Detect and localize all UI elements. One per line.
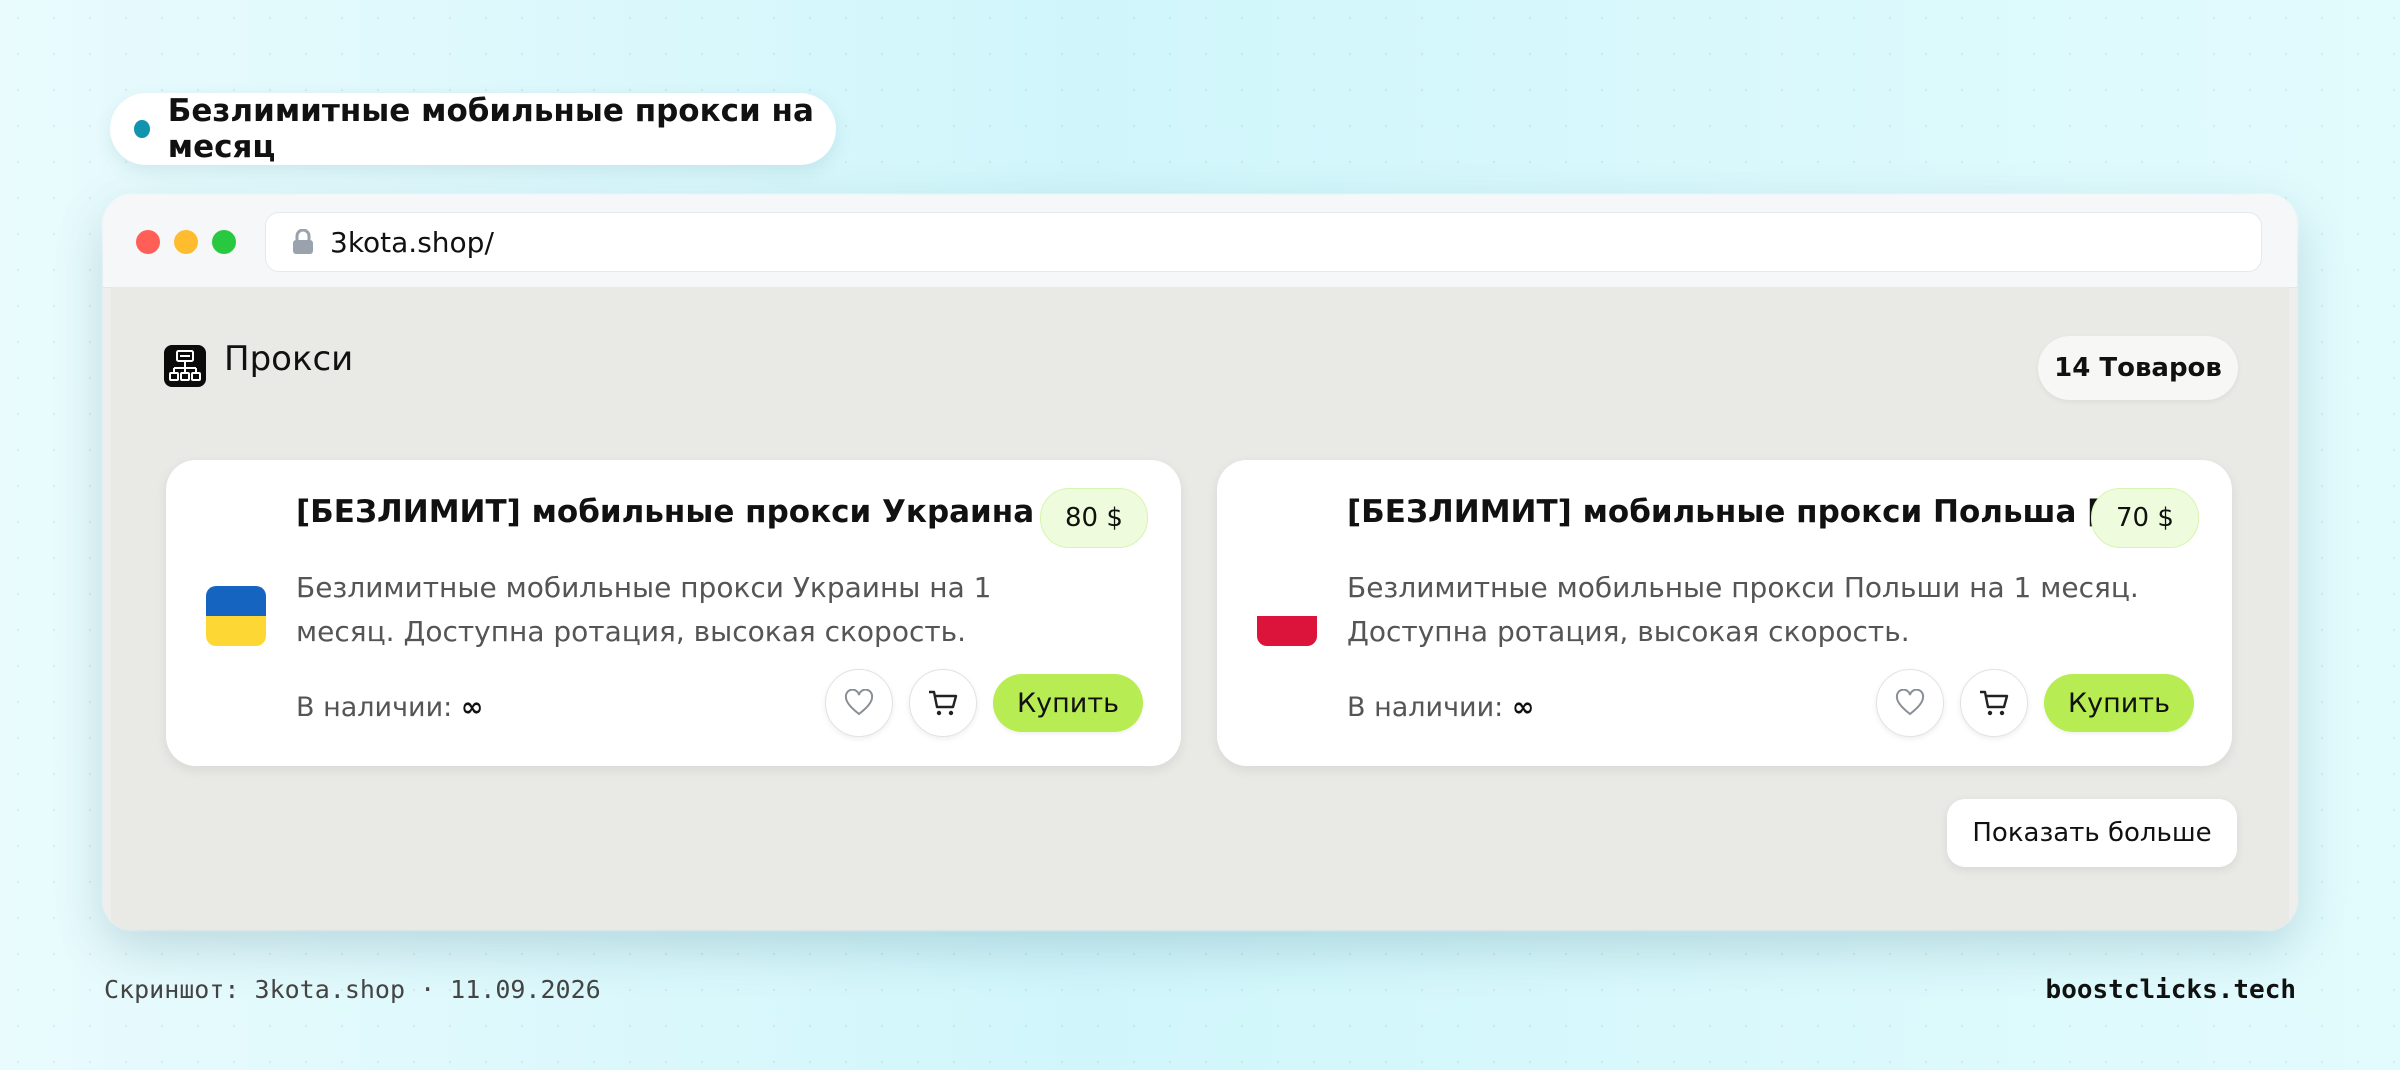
- product-card[interactable]: [БЕЗЛИМИТ] мобильные прокси Украина [UA]…: [166, 460, 1181, 766]
- category-title: Прокси: [224, 339, 354, 379]
- flag-top-stripe: [1257, 586, 1317, 616]
- add-to-cart-button[interactable]: [909, 669, 977, 737]
- status-dot-icon: [134, 120, 150, 138]
- address-bar[interactable]: 3kota.shop/: [265, 212, 2262, 272]
- favorite-button[interactable]: [825, 669, 893, 737]
- buy-button[interactable]: Купить: [993, 674, 1143, 732]
- heart-icon: [1895, 689, 1925, 716]
- maximize-window-button[interactable]: [212, 230, 236, 254]
- stock-value: ∞: [1511, 692, 1535, 723]
- product-description: Безлимитные мобильные прокси Украины на …: [296, 571, 992, 648]
- page-content: Прокси 14 Товаров [БЕЗЛИМИТ] мобильные п…: [111, 287, 2289, 930]
- minimize-window-button[interactable]: [174, 230, 198, 254]
- flag-top-stripe: [206, 586, 266, 616]
- product-title[interactable]: [БЕЗЛИМИТ] мобильные прокси Польша [PL]: [1347, 494, 2158, 530]
- stock-status: В наличии: ∞: [296, 692, 483, 723]
- stock-label: В наличии:: [296, 692, 453, 723]
- price-badge: 80 $: [1040, 488, 1148, 548]
- product-count-badge: 14 Товаров: [2038, 336, 2238, 400]
- ukraine-flag-icon: [206, 586, 266, 646]
- stock-status: В наличии: ∞: [1347, 692, 1534, 723]
- lock-icon: [292, 228, 314, 255]
- product-card[interactable]: [БЕЗЛИМИТ] мобильные прокси Польша [PL] …: [1217, 460, 2232, 766]
- flag-bottom-stripe: [206, 616, 266, 646]
- screenshot-caption: Скриншот: 3kota.shop · 11.09.2026: [104, 975, 601, 1004]
- favorite-button[interactable]: [1876, 669, 1944, 737]
- heart-icon: [844, 689, 874, 716]
- url-text: 3kota.shop/: [330, 225, 494, 259]
- flag-bottom-stripe: [1257, 616, 1317, 646]
- close-window-button[interactable]: [136, 230, 160, 254]
- add-to-cart-button[interactable]: [1960, 669, 2028, 737]
- brand-watermark: boostclicks.tech: [2045, 975, 2296, 1005]
- stock-value: ∞: [460, 692, 484, 723]
- price-badge: 70 $: [2091, 488, 2199, 548]
- product-description: Безлимитные мобильные прокси Польши на 1…: [1347, 571, 2139, 648]
- cart-icon: [929, 690, 958, 716]
- stock-label: В наличии:: [1347, 692, 1504, 723]
- poland-flag-icon: [1257, 586, 1317, 646]
- network-icon: [164, 345, 206, 387]
- cart-icon: [1980, 690, 2009, 716]
- browser-toolbar: 3kota.shop/: [103, 195, 2297, 288]
- headline-pill: Безлимитные мобильные прокси на месяц: [110, 93, 836, 165]
- headline-text: Безлимитные мобильные прокси на месяц: [167, 93, 814, 165]
- browser-window: 3kota.shop/ Прокси 14 Товаров [БЕЗЛИМИТ]…: [103, 195, 2297, 930]
- buy-button[interactable]: Купить: [2044, 674, 2194, 732]
- product-title[interactable]: [БЕЗЛИМИТ] мобильные прокси Украина [UA]: [296, 494, 1121, 530]
- show-more-button[interactable]: Показать больше: [1947, 799, 2237, 867]
